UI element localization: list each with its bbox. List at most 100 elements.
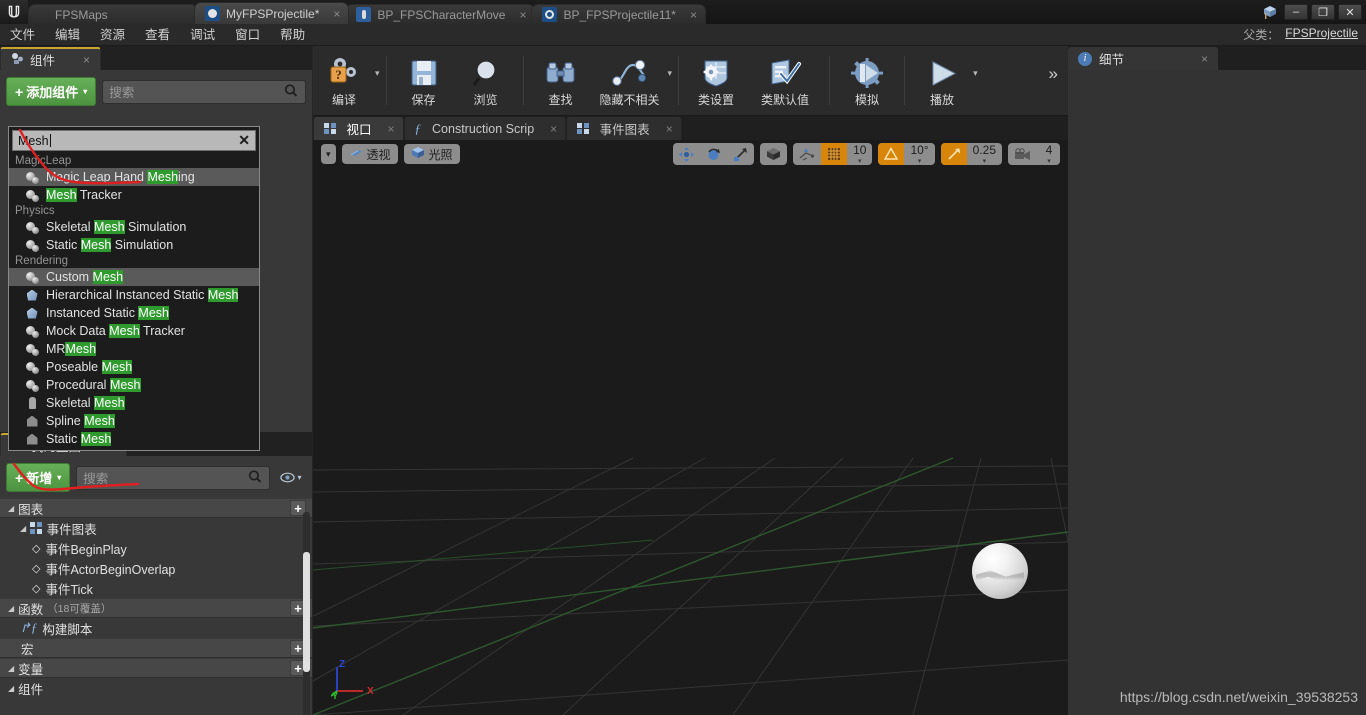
close-icon[interactable]: ×	[550, 122, 557, 136]
scale-icon[interactable]	[727, 143, 754, 165]
clear-icon[interactable]: ✕	[238, 132, 250, 149]
toolbar-browse-button[interactable]: 浏览	[455, 46, 517, 115]
camera-icon[interactable]	[1008, 143, 1038, 165]
tree-item-event[interactable]: ◇ 事件ActorBeginOverlap	[0, 558, 312, 578]
sphere-mesh[interactable]	[972, 543, 1028, 599]
dropdown-item[interactable]: Magic Leap Hand Meshing	[9, 168, 259, 186]
tree-section-图表[interactable]: ◢ 图表 +	[0, 498, 312, 518]
rotation-snap-value[interactable]: 10° ▾	[904, 143, 934, 165]
add-component-button[interactable]: + 添加组件 ▾	[6, 77, 97, 106]
tree-item-function[interactable]: ↱ƒ 构建脚本	[0, 618, 312, 638]
add-new-button[interactable]: + 新增 ▾	[6, 463, 71, 492]
translate-icon[interactable]	[673, 143, 700, 165]
close-icon[interactable]: ×	[1201, 52, 1208, 66]
compile-options-caret[interactable]: ▾	[375, 46, 380, 115]
toolbar-simulate-button[interactable]: 模拟	[836, 46, 898, 115]
toolbar-hide-unrelated-button[interactable]: 隐藏不相关	[592, 46, 668, 115]
dropdown-item[interactable]: Hierarchical Instanced Static Mesh	[9, 286, 259, 304]
view-mode-button[interactable]: 透视	[341, 144, 398, 164]
chevron-down-icon[interactable]: ◢	[8, 684, 14, 693]
close-icon[interactable]: ×	[388, 122, 395, 136]
scale-snap-value[interactable]: 0.25 ▾	[967, 143, 1002, 165]
close-icon[interactable]: ×	[519, 8, 526, 22]
close-icon[interactable]: ×	[666, 122, 673, 136]
tab-components[interactable]: 组件 ×	[0, 47, 102, 70]
dropdown-item[interactable]: Spline Mesh	[9, 412, 259, 430]
tab-construction-script[interactable]: ƒ Construction Scrip ×	[403, 117, 567, 140]
dropdown-item[interactable]: Static Mesh Simulation	[9, 236, 259, 254]
menu-item-debug[interactable]: 调试	[180, 24, 225, 46]
toolbar-compile-button[interactable]: ? 编译	[313, 46, 375, 115]
dropdown-item[interactable]: Procedural Mesh	[9, 376, 259, 394]
maximize-button[interactable]: ❐	[1311, 4, 1335, 20]
tree-section-变量[interactable]: ◢ 变量 +	[0, 658, 312, 678]
menu-item-file[interactable]: 文件	[0, 24, 45, 46]
tree-section-函数[interactable]: ◢ 函数 （18可覆盖） +	[0, 598, 312, 618]
minimize-button[interactable]: –	[1284, 4, 1308, 20]
camera-speed-value-text: 4	[1045, 143, 1053, 157]
dropdown-item[interactable]: Instanced Static Mesh	[9, 304, 259, 322]
chevron-down-icon[interactable]: ◢	[8, 664, 14, 673]
tab-viewport[interactable]: 视口 ×	[313, 117, 404, 140]
visibility-filter-button[interactable]: ▾	[276, 467, 306, 489]
dropdown-item[interactable]: Skeletal Mesh Simulation	[9, 218, 259, 236]
scale-snap-toggle[interactable]	[940, 143, 967, 165]
window-tab-bp-fpsprojectile11[interactable]: BP_FPSProjectile11* ×	[531, 4, 706, 24]
tree-item-graph[interactable]: ◢ 事件图表	[0, 518, 312, 538]
camera-speed-value[interactable]: 4 ▾	[1038, 143, 1060, 165]
menu-item-view[interactable]: 查看	[135, 24, 180, 46]
tree-section-组件[interactable]: ◢ 组件	[0, 678, 312, 698]
lighting-mode-button[interactable]: 光照	[403, 144, 460, 164]
dropdown-item[interactable]: Mesh Tracker	[9, 186, 259, 204]
grid-snap-toggle[interactable]	[821, 143, 848, 165]
tree-item-event[interactable]: ◇ 事件Tick	[0, 578, 312, 598]
scrollbar-thumb[interactable]	[303, 552, 310, 672]
window-tab-fpsmaps[interactable]: FPSMaps	[28, 4, 198, 24]
dropdown-filter-input[interactable]: Mesh ✕	[12, 130, 256, 151]
rotation-snap-toggle[interactable]	[878, 143, 905, 165]
toolbar-play-button[interactable]: 播放	[911, 46, 973, 115]
grid-snap-value[interactable]: 10 ▾	[847, 143, 872, 165]
components-search-input[interactable]: 搜索	[102, 79, 306, 104]
dropdown-item[interactable]: Custom Mesh	[9, 268, 259, 286]
dropdown-item[interactable]: Mock Data Mesh Tracker	[9, 322, 259, 340]
world-coords-cube-icon[interactable]	[760, 143, 787, 165]
close-icon[interactable]: ×	[690, 8, 697, 22]
close-icon[interactable]: ×	[333, 7, 340, 21]
tree-item-event[interactable]: ◇ 事件BeginPlay	[0, 538, 312, 558]
toolbar-find-button[interactable]: 查找	[530, 46, 592, 115]
parent-class-link[interactable]: FPSProjectile	[1285, 26, 1358, 43]
tab-details[interactable]: i 细节 ×	[1068, 47, 1218, 70]
viewport-options-menu[interactable]: ▾	[321, 144, 336, 164]
rotate-icon[interactable]	[700, 143, 727, 165]
chevron-down-icon[interactable]: ◢	[20, 524, 26, 533]
my-blueprint-search-input[interactable]: 搜索	[76, 465, 270, 490]
menu-item-assets[interactable]: 资源	[90, 24, 135, 46]
chevron-down-icon[interactable]: ◢	[8, 604, 14, 613]
tree-section-宏[interactable]: 宏 +	[0, 638, 312, 658]
viewport[interactable]: X Z Y ▾ 透视 光照 10 ▾ 10° ▾ 0.25 ▾ 4 ▾	[313, 140, 1068, 715]
cube-icon[interactable]	[1259, 0, 1281, 24]
toolbar-class-settings-button[interactable]: 类设置	[685, 46, 747, 115]
menu-item-edit[interactable]: 编辑	[45, 24, 90, 46]
tab-event-graph[interactable]: 事件图表 ×	[566, 117, 682, 140]
close-button[interactable]: ✕	[1338, 4, 1362, 20]
close-icon[interactable]: ×	[83, 53, 90, 67]
hide-unrelated-caret[interactable]: ▾	[668, 46, 673, 115]
dropdown-item-label: Poseable Mesh	[46, 360, 133, 374]
toolbar-save-button[interactable]: 保存	[393, 46, 455, 115]
dropdown-item[interactable]: Static Mesh	[9, 430, 259, 448]
window-tab-myfpsprojectile[interactable]: MyFPSProjectile* ×	[194, 2, 350, 24]
toolbar-class-defaults-button[interactable]: 类默认值	[747, 46, 823, 115]
dropdown-item[interactable]: MRMesh	[9, 340, 259, 358]
unreal-logo-icon[interactable]: 𝕌	[0, 0, 28, 24]
chevron-down-icon[interactable]: ◢	[8, 504, 14, 513]
dropdown-item[interactable]: Skeletal Mesh	[9, 394, 259, 412]
surface-snap-icon[interactable]	[793, 143, 821, 165]
menu-item-help[interactable]: 帮助	[270, 24, 315, 46]
menu-item-window[interactable]: 窗口	[225, 24, 270, 46]
toolbar-overflow-button[interactable]: »	[1049, 46, 1068, 115]
dropdown-item[interactable]: Poseable Mesh	[9, 358, 259, 376]
window-tab-bp-fpscharactermove[interactable]: BP_FPSCharacterMove ×	[345, 4, 536, 24]
play-options-caret[interactable]: ▾	[973, 46, 978, 115]
